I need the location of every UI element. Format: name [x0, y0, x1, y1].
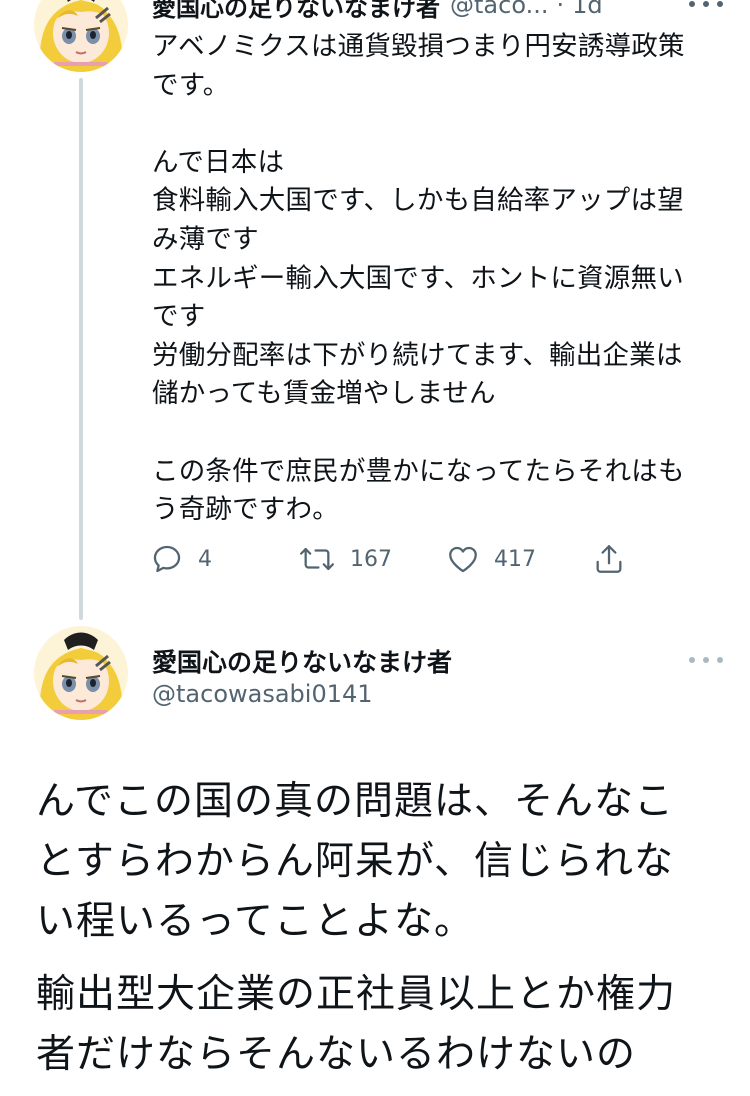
tweet-text-line: 食料輸入大国です、しかも自給率アップは望	[152, 185, 684, 217]
share-button[interactable]	[592, 538, 626, 580]
tweet-text-line: とすらわからん阿呆が、信じられな	[36, 839, 675, 884]
reply-icon	[153, 545, 181, 573]
tweet-text-line	[152, 414, 732, 453]
tweet-text-line: 者だけならそんないるわけないの	[36, 1032, 637, 1077]
tweet-action-bar: 4 167 417	[150, 538, 640, 580]
tweet-text-line: この条件で庶民が豊かになってたらそれはも	[152, 455, 685, 487]
tweet-thread: 愛国心の足りないなまけ者 @taco... · 1d アベノミクスは通貨毀損つま…	[0, 0, 750, 1096]
like-count: 417	[494, 546, 536, 572]
author-name[interactable]: 愛国心の足りないなまけ者	[152, 643, 452, 679]
tweet-text-line: 輸出型大企業の正社員以上とか権力	[36, 972, 677, 1017]
author-avatar[interactable]	[34, 626, 128, 720]
author-name[interactable]: 愛国心の足りないなまけ者	[152, 0, 440, 23]
more-options-button[interactable]	[684, 652, 728, 668]
tweet-timestamp[interactable]: 1d	[572, 0, 603, 19]
reply-count: 4	[198, 546, 212, 572]
like-button[interactable]: 417	[446, 538, 536, 580]
reply-button[interactable]: 4	[150, 538, 212, 580]
more-horizontal-icon	[689, 1, 723, 7]
author-handle[interactable]: @tacowasabi0141	[152, 680, 373, 708]
tweet-text-line: んでこの国の真の問題は、そんなこ	[36, 779, 675, 824]
tweet-text: アベノミクスは通貨毀損つまり円安誘導政策 です。 んで日本は 食料輸入大国です、…	[152, 28, 732, 530]
tweet-text-line: 儲かっても賃金増やしません	[152, 378, 496, 410]
retweet-icon	[300, 547, 334, 571]
tweet-text: んでこの国の真の問題は、そんなこ とすらわからん阿呆が、信じられな い程いるって…	[36, 772, 726, 1085]
tweet-text-line: 労働分配率は下がり続けてます、輸出企業は	[152, 339, 683, 371]
header-separator: ·	[556, 0, 565, 19]
more-horizontal-icon	[689, 657, 723, 663]
author-avatar[interactable]	[34, 0, 128, 72]
tweet-text-line: んで日本は	[152, 146, 285, 178]
tweet-text-line: み薄です	[152, 223, 259, 255]
tweet-text-line: です	[152, 301, 206, 333]
avatar-illustration-icon	[34, 0, 128, 72]
share-icon	[596, 545, 622, 573]
tweet-text-line: う奇跡ですわ。	[152, 494, 339, 526]
tweet-header: 愛国心の足りないなまけ者 @taco... · 1d	[152, 0, 603, 22]
more-options-button[interactable]	[684, 0, 728, 12]
tweet-text-line: い程いるってことよな。	[36, 899, 475, 944]
retweet-count: 167	[350, 546, 392, 572]
heart-icon	[449, 546, 477, 573]
tweet-text-line: エネルギー輸入大国です、ホントに資源無い	[152, 262, 684, 294]
tweet-text-line: アベノミクスは通貨毀損つまり円安誘導政策	[152, 31, 685, 62]
author-handle[interactable]: @taco...	[450, 0, 548, 19]
thread-connector-line	[79, 78, 83, 620]
avatar-illustration-icon	[34, 626, 128, 720]
tweet-text-line: です。	[152, 69, 230, 101]
tweet-text-line	[152, 105, 732, 144]
retweet-button[interactable]: 167	[298, 538, 392, 580]
